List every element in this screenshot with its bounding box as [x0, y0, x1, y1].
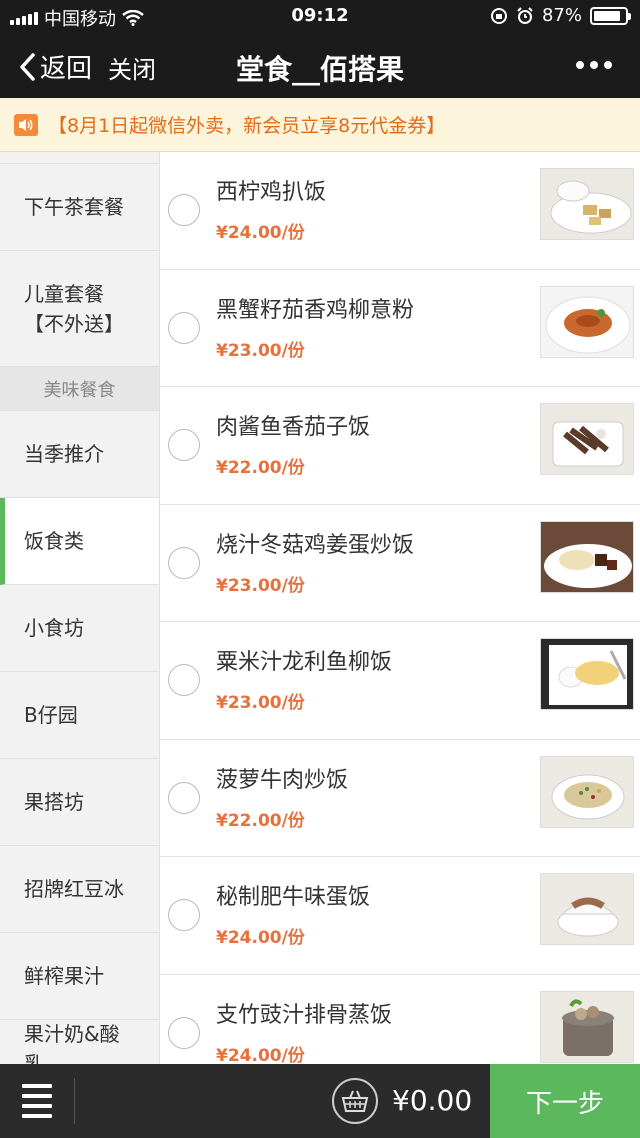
dish-name: 支竹豉汁排骨蒸饭 — [216, 1002, 393, 1028]
dish-price: ¥22.00/份 — [216, 458, 305, 478]
nav-bar: 返回 关闭 堂食__佰搭果 — [0, 32, 640, 98]
dish-name: 西柠鸡扒饭 — [216, 180, 327, 205]
dish-image[interactable] — [540, 168, 634, 240]
sidebar-top-gap — [0, 152, 159, 164]
notice-text: 【8月1日起微信外卖，新会员立享8元代金券】 — [48, 115, 446, 137]
list-item[interactable]: 粟米汁龙利鱼柳饭 ¥23.00/份 — [160, 622, 640, 740]
dish-name: 黑蟹籽茄香鸡柳意粉 — [216, 297, 415, 323]
dish-name: 秘制肥牛味蛋饭 — [216, 885, 371, 910]
dish-name: 肉酱鱼香茄子饭 — [216, 415, 371, 440]
dish-price: ¥23.00/份 — [216, 340, 305, 361]
sidebar-section-header: 美味餐食 — [0, 367, 159, 411]
next-step-button[interactable]: 下一步 — [490, 1064, 640, 1138]
battery-icon — [590, 6, 631, 25]
select-radio[interactable] — [168, 899, 200, 931]
sidebar-item-seasonal[interactable]: 当季推介 — [0, 411, 159, 498]
sidebar-item-afternoon-tea[interactable]: 下午茶套餐 — [0, 164, 159, 251]
list-item[interactable]: 秘制肥牛味蛋饭 ¥24.00/份 — [160, 857, 640, 975]
dish-price: ¥24.00/份 — [216, 1045, 305, 1065]
battery-fill — [594, 10, 621, 21]
battery-percent: 87% — [541, 5, 582, 26]
sidebar-item-snacks[interactable]: 小食坊 — [0, 585, 159, 672]
select-radio[interactable] — [168, 546, 200, 579]
sidebar-item-b-garden[interactable]: B仔园 — [0, 672, 159, 759]
list-item[interactable]: 菠萝牛肉炒饭 ¥22.00/份 — [160, 740, 640, 857]
dish-price: ¥24.00/份 — [216, 928, 305, 948]
dish-image[interactable] — [540, 873, 634, 945]
speaker-icon — [14, 113, 38, 136]
alarm-icon — [517, 6, 533, 24]
select-radio[interactable] — [168, 781, 200, 814]
select-radio[interactable] — [168, 429, 200, 461]
dish-image[interactable] — [540, 638, 634, 710]
dish-image[interactable] — [540, 520, 634, 593]
sidebar-item-red-bean-ice[interactable]: 招牌红豆冰 — [0, 846, 159, 933]
sidebar-item-rice[interactable]: 饭食类 — [0, 498, 159, 585]
dish-name: 菠萝牛肉炒饭 — [216, 767, 349, 793]
list-item[interactable]: 肉酱鱼香茄子饭 ¥22.00/份 — [160, 387, 640, 505]
dish-name: 烧汁冬菇鸡姜蛋炒饭 — [216, 532, 415, 558]
more-menu-icon[interactable] — [576, 61, 612, 69]
select-radio[interactable] — [168, 311, 200, 344]
sidebar-item-kids-set[interactable]: 儿童套餐【不外送】 — [0, 251, 159, 367]
list-item[interactable]: 支竹豉汁排骨蒸饭 ¥24.00/份 — [160, 975, 640, 1065]
dish-image[interactable] — [540, 285, 634, 358]
sidebar-item-fruit-shop[interactable]: 果搭坊 — [0, 759, 159, 846]
list-item[interactable]: 西柠鸡扒饭 ¥24.00/份 — [160, 152, 640, 270]
dish-image[interactable] — [540, 403, 634, 475]
sidebar-item-fresh-juice[interactable]: 鲜榨果汁 — [0, 933, 159, 1020]
dish-image[interactable] — [540, 990, 634, 1063]
bottom-bar: ¥0.00 下一步 — [0, 1064, 640, 1138]
list-item[interactable]: 黑蟹籽茄香鸡柳意粉 ¥23.00/份 — [160, 270, 640, 387]
dish-price: ¥24.00/份 — [216, 223, 305, 243]
dish-image[interactable] — [540, 755, 634, 828]
dish-price: ¥23.00/份 — [216, 693, 305, 713]
dish-price: ¥22.00/份 — [216, 810, 305, 831]
dish-name: 粟米汁龙利鱼柳饭 — [216, 650, 393, 675]
status-right: 87% — [490, 5, 631, 26]
select-radio[interactable] — [168, 664, 200, 696]
dish-list[interactable]: 西柠鸡扒饭 ¥24.00/份 黑蟹籽茄香鸡柳意粉 ¥23.00/份 肉酱鱼香茄子… — [160, 152, 640, 1064]
category-sidebar[interactable]: 下午茶套餐 儿童套餐【不外送】 美味餐食 当季推介 饭食类 小食坊 B仔园 果搭… — [0, 152, 160, 1064]
list-item[interactable]: 烧汁冬菇鸡姜蛋炒饭 ¥23.00/份 — [160, 505, 640, 622]
page-title: 堂食__佰搭果 — [235, 53, 404, 86]
cart-total: ¥0.00 — [392, 1084, 473, 1117]
divider — [74, 1078, 75, 1124]
menu-icon[interactable] — [22, 1084, 52, 1118]
sidebar-item-juice-milk[interactable]: 果汁奶&酸乳 — [0, 1020, 159, 1064]
status-bar: 中国移动 09:12 87% — [0, 0, 640, 32]
notice-banner[interactable]: 【8月1日起微信外卖，新会员立享8元代金券】 — [0, 98, 640, 152]
rotation-lock-icon — [490, 7, 507, 24]
select-radio[interactable] — [168, 194, 200, 226]
select-radio[interactable] — [168, 1016, 200, 1049]
dish-price: ¥23.00/份 — [216, 575, 305, 596]
basket-icon[interactable] — [332, 1078, 378, 1124]
